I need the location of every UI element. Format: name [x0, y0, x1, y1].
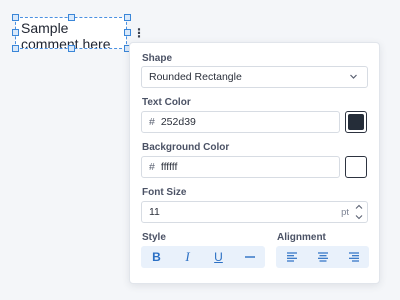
- bold-icon: B: [152, 250, 161, 264]
- align-right-icon: [348, 252, 360, 262]
- background-color-input[interactable]: # ffffff: [141, 156, 340, 178]
- hash-prefix: #: [149, 116, 155, 128]
- background-color-label: Background Color: [142, 142, 230, 153]
- comment-text[interactable]: Sample comment here: [21, 20, 110, 48]
- italic-icon: I: [185, 249, 190, 264]
- shape-label: Shape: [142, 53, 173, 64]
- text-color-swatch-fill: [348, 114, 364, 130]
- underline-icon: U: [214, 250, 223, 264]
- shape-select[interactable]: Rounded Rectangle: [141, 66, 368, 88]
- text-color-value: 252d39: [160, 116, 196, 128]
- resize-handle-middle-left[interactable]: [12, 29, 19, 36]
- background-color-swatch[interactable]: [345, 156, 367, 178]
- font-size-stepper[interactable]: [354, 203, 364, 221]
- chevron-down-icon: [349, 72, 358, 81]
- font-size-value: 11: [149, 206, 160, 218]
- align-center-icon: [317, 252, 329, 262]
- properties-panel: Shape Rounded Rectangle Text Color # 252…: [129, 42, 380, 284]
- resize-handle-top-center[interactable]: [68, 14, 75, 21]
- align-right-button[interactable]: [338, 246, 369, 268]
- resize-handle-bottom-left[interactable]: [12, 45, 19, 52]
- italic-button[interactable]: I: [172, 246, 203, 268]
- alignment-button-group: [276, 246, 369, 268]
- style-button-group: B I U: [141, 246, 265, 268]
- underline-button[interactable]: U: [203, 246, 234, 268]
- strikethrough-button[interactable]: [234, 246, 265, 268]
- bold-button[interactable]: B: [141, 246, 172, 268]
- shape-select-value: Rounded Rectangle: [149, 71, 242, 83]
- strikethrough-icon: [244, 251, 256, 263]
- font-size-label: Font Size: [142, 187, 187, 198]
- align-left-button[interactable]: [276, 246, 307, 268]
- align-left-icon: [286, 252, 298, 262]
- more-options-icon[interactable]: ⋮: [133, 27, 145, 39]
- chevron-up-icon[interactable]: [354, 203, 364, 211]
- font-size-unit: pt: [341, 207, 349, 218]
- background-color-value: ffffff: [160, 161, 178, 173]
- font-size-input[interactable]: 11 pt: [141, 201, 368, 223]
- resize-handle-middle-right[interactable]: [124, 29, 131, 36]
- align-center-button[interactable]: [307, 246, 338, 268]
- alignment-label: Alignment: [277, 232, 326, 243]
- resize-handle-top-left[interactable]: [12, 14, 19, 21]
- background-color-swatch-fill: [348, 159, 364, 175]
- text-color-input[interactable]: # 252d39: [141, 111, 340, 133]
- resize-handle-bottom-center[interactable]: [68, 45, 75, 52]
- hash-prefix: #: [149, 161, 155, 173]
- text-color-swatch[interactable]: [345, 111, 367, 133]
- chevron-down-icon[interactable]: [354, 213, 364, 221]
- style-label: Style: [142, 232, 166, 243]
- resize-handle-top-right[interactable]: [124, 14, 131, 21]
- text-color-label: Text Color: [142, 97, 191, 108]
